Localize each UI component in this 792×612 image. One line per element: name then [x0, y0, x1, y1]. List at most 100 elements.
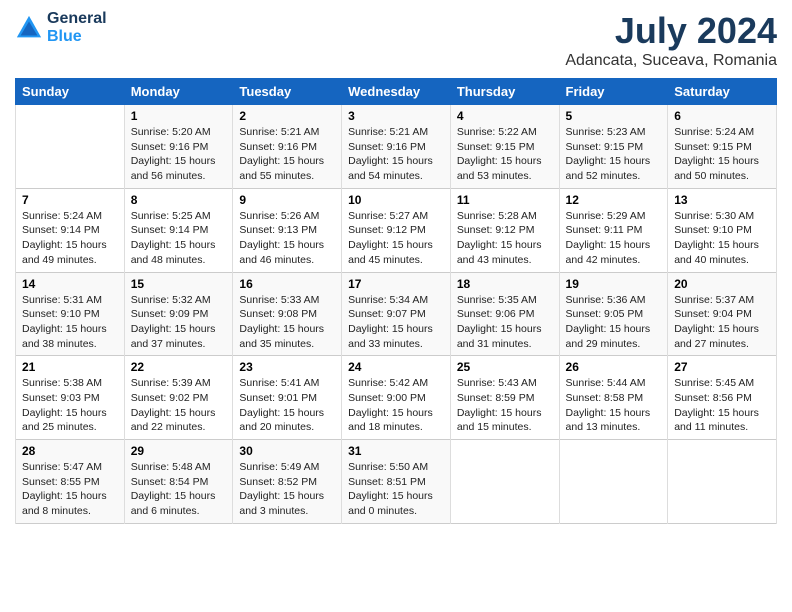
calendar-cell: 24 Sunrise: 5:42 AM Sunset: 9:00 PM Dayli… [342, 356, 451, 440]
page-container: General Blue July 2024 Adancata, Suceava… [0, 0, 792, 534]
day-info: Sunrise: 5:32 AM Sunset: 9:09 PM Dayligh… [131, 293, 227, 352]
calendar-cell: 31 Sunrise: 5:50 AM Sunset: 8:51 PM Dayli… [342, 440, 451, 524]
calendar-cell: 13 Sunrise: 5:30 AM Sunset: 9:10 PM Dayli… [668, 188, 777, 272]
weekday-header-friday: Friday [559, 79, 668, 105]
calendar-cell: 17 Sunrise: 5:34 AM Sunset: 9:07 PM Dayli… [342, 272, 451, 356]
day-info: Sunrise: 5:41 AM Sunset: 9:01 PM Dayligh… [239, 376, 335, 435]
day-info: Sunrise: 5:21 AM Sunset: 9:16 PM Dayligh… [239, 125, 335, 184]
day-info: Sunrise: 5:26 AM Sunset: 9:13 PM Dayligh… [239, 209, 335, 268]
calendar-cell [668, 440, 777, 524]
day-number: 4 [457, 109, 553, 123]
calendar-cell [559, 440, 668, 524]
day-info: Sunrise: 5:21 AM Sunset: 9:16 PM Dayligh… [348, 125, 444, 184]
calendar-week-3: 14 Sunrise: 5:31 AM Sunset: 9:10 PM Dayli… [16, 272, 777, 356]
day-info: Sunrise: 5:20 AM Sunset: 9:16 PM Dayligh… [131, 125, 227, 184]
day-info: Sunrise: 5:22 AM Sunset: 9:15 PM Dayligh… [457, 125, 553, 184]
day-number: 29 [131, 444, 227, 458]
day-info: Sunrise: 5:36 AM Sunset: 9:05 PM Dayligh… [566, 293, 662, 352]
day-info: Sunrise: 5:38 AM Sunset: 9:03 PM Dayligh… [22, 376, 118, 435]
calendar-cell: 16 Sunrise: 5:33 AM Sunset: 9:08 PM Dayli… [233, 272, 342, 356]
day-number: 12 [566, 193, 662, 207]
calendar-cell: 3Sunrise: 5:21 AM Sunset: 9:16 PM Daylig… [342, 105, 451, 189]
day-number: 22 [131, 360, 227, 374]
title-area: July 2024 Adancata, Suceava, Romania [565, 10, 777, 70]
day-number: 18 [457, 277, 553, 291]
calendar-cell: 11 Sunrise: 5:28 AM Sunset: 9:12 PM Dayli… [450, 188, 559, 272]
day-info: Sunrise: 5:44 AM Sunset: 8:58 PM Dayligh… [566, 376, 662, 435]
day-info: Sunrise: 5:48 AM Sunset: 8:54 PM Dayligh… [131, 460, 227, 519]
calendar-cell: 21 Sunrise: 5:38 AM Sunset: 9:03 PM Dayli… [16, 356, 125, 440]
calendar-cell: 18 Sunrise: 5:35 AM Sunset: 9:06 PM Dayli… [450, 272, 559, 356]
day-number: 14 [22, 277, 118, 291]
header: General Blue July 2024 Adancata, Suceava… [15, 10, 777, 70]
day-info: Sunrise: 5:50 AM Sunset: 8:51 PM Dayligh… [348, 460, 444, 519]
day-info: Sunrise: 5:25 AM Sunset: 9:14 PM Dayligh… [131, 209, 227, 268]
day-info: Sunrise: 5:49 AM Sunset: 8:52 PM Dayligh… [239, 460, 335, 519]
day-info: Sunrise: 5:37 AM Sunset: 9:04 PM Dayligh… [674, 293, 770, 352]
main-title: July 2024 [565, 10, 777, 52]
calendar-cell: 25 Sunrise: 5:43 AM Sunset: 8:59 PM Dayli… [450, 356, 559, 440]
calendar-cell: 26 Sunrise: 5:44 AM Sunset: 8:58 PM Dayli… [559, 356, 668, 440]
day-number: 13 [674, 193, 770, 207]
day-number: 24 [348, 360, 444, 374]
weekday-header-sunday: Sunday [16, 79, 125, 105]
calendar-cell: 23 Sunrise: 5:41 AM Sunset: 9:01 PM Dayli… [233, 356, 342, 440]
day-number: 31 [348, 444, 444, 458]
day-number: 19 [566, 277, 662, 291]
calendar-cell: 30 Sunrise: 5:49 AM Sunset: 8:52 PM Dayli… [233, 440, 342, 524]
day-number: 1 [131, 109, 227, 123]
weekday-header-saturday: Saturday [668, 79, 777, 105]
day-info: Sunrise: 5:42 AM Sunset: 9:00 PM Dayligh… [348, 376, 444, 435]
calendar-cell: 28Sunrise: 5:47 AM Sunset: 8:55 PM Dayli… [16, 440, 125, 524]
calendar-cell: 22 Sunrise: 5:39 AM Sunset: 9:02 PM Dayli… [124, 356, 233, 440]
day-info: Sunrise: 5:24 AM Sunset: 9:14 PM Dayligh… [22, 209, 118, 268]
weekday-header-wednesday: Wednesday [342, 79, 451, 105]
day-number: 2 [239, 109, 335, 123]
day-number: 20 [674, 277, 770, 291]
day-number: 30 [239, 444, 335, 458]
day-number: 25 [457, 360, 553, 374]
day-number: 11 [457, 193, 553, 207]
calendar-cell: 15Sunrise: 5:32 AM Sunset: 9:09 PM Dayli… [124, 272, 233, 356]
day-number: 27 [674, 360, 770, 374]
day-number: 7 [22, 193, 118, 207]
day-info: Sunrise: 5:35 AM Sunset: 9:06 PM Dayligh… [457, 293, 553, 352]
day-number: 23 [239, 360, 335, 374]
day-number: 5 [566, 109, 662, 123]
day-number: 21 [22, 360, 118, 374]
day-number: 26 [566, 360, 662, 374]
calendar-table: SundayMondayTuesdayWednesdayThursdayFrid… [15, 78, 777, 524]
calendar-cell: 2 Sunrise: 5:21 AM Sunset: 9:16 PM Daylig… [233, 105, 342, 189]
calendar-cell: 10Sunrise: 5:27 AM Sunset: 9:12 PM Dayli… [342, 188, 451, 272]
calendar-cell: 7 Sunrise: 5:24 AM Sunset: 9:14 PM Daylig… [16, 188, 125, 272]
day-info: Sunrise: 5:43 AM Sunset: 8:59 PM Dayligh… [457, 376, 553, 435]
calendar-body: 1 Sunrise: 5:20 AM Sunset: 9:16 PM Daylig… [16, 105, 777, 524]
calendar-week-1: 1 Sunrise: 5:20 AM Sunset: 9:16 PM Daylig… [16, 105, 777, 189]
calendar-cell: 9Sunrise: 5:26 AM Sunset: 9:13 PM Daylig… [233, 188, 342, 272]
weekday-header-thursday: Thursday [450, 79, 559, 105]
day-number: 16 [239, 277, 335, 291]
logo: General Blue [15, 10, 107, 45]
day-info: Sunrise: 5:31 AM Sunset: 9:10 PM Dayligh… [22, 293, 118, 352]
day-info: Sunrise: 5:47 AM Sunset: 8:55 PM Dayligh… [22, 460, 118, 519]
day-info: Sunrise: 5:39 AM Sunset: 9:02 PM Dayligh… [131, 376, 227, 435]
calendar-cell: 5 Sunrise: 5:23 AM Sunset: 9:15 PM Daylig… [559, 105, 668, 189]
day-number: 8 [131, 193, 227, 207]
calendar-cell: 12 Sunrise: 5:29 AM Sunset: 9:11 PM Dayli… [559, 188, 668, 272]
day-number: 17 [348, 277, 444, 291]
day-info: Sunrise: 5:24 AM Sunset: 9:15 PM Dayligh… [674, 125, 770, 184]
day-info: Sunrise: 5:33 AM Sunset: 9:08 PM Dayligh… [239, 293, 335, 352]
calendar-cell [16, 105, 125, 189]
day-info: Sunrise: 5:23 AM Sunset: 9:15 PM Dayligh… [566, 125, 662, 184]
day-info: Sunrise: 5:29 AM Sunset: 9:11 PM Dayligh… [566, 209, 662, 268]
calendar-week-4: 21 Sunrise: 5:38 AM Sunset: 9:03 PM Dayli… [16, 356, 777, 440]
day-info: Sunrise: 5:30 AM Sunset: 9:10 PM Dayligh… [674, 209, 770, 268]
day-info: Sunrise: 5:34 AM Sunset: 9:07 PM Dayligh… [348, 293, 444, 352]
day-info: Sunrise: 5:28 AM Sunset: 9:12 PM Dayligh… [457, 209, 553, 268]
weekday-header-tuesday: Tuesday [233, 79, 342, 105]
calendar-cell: 8 Sunrise: 5:25 AM Sunset: 9:14 PM Daylig… [124, 188, 233, 272]
day-info: Sunrise: 5:45 AM Sunset: 8:56 PM Dayligh… [674, 376, 770, 435]
calendar-week-5: 28Sunrise: 5:47 AM Sunset: 8:55 PM Dayli… [16, 440, 777, 524]
calendar-cell: 19 Sunrise: 5:36 AM Sunset: 9:05 PM Dayli… [559, 272, 668, 356]
day-info: Sunrise: 5:27 AM Sunset: 9:12 PM Dayligh… [348, 209, 444, 268]
